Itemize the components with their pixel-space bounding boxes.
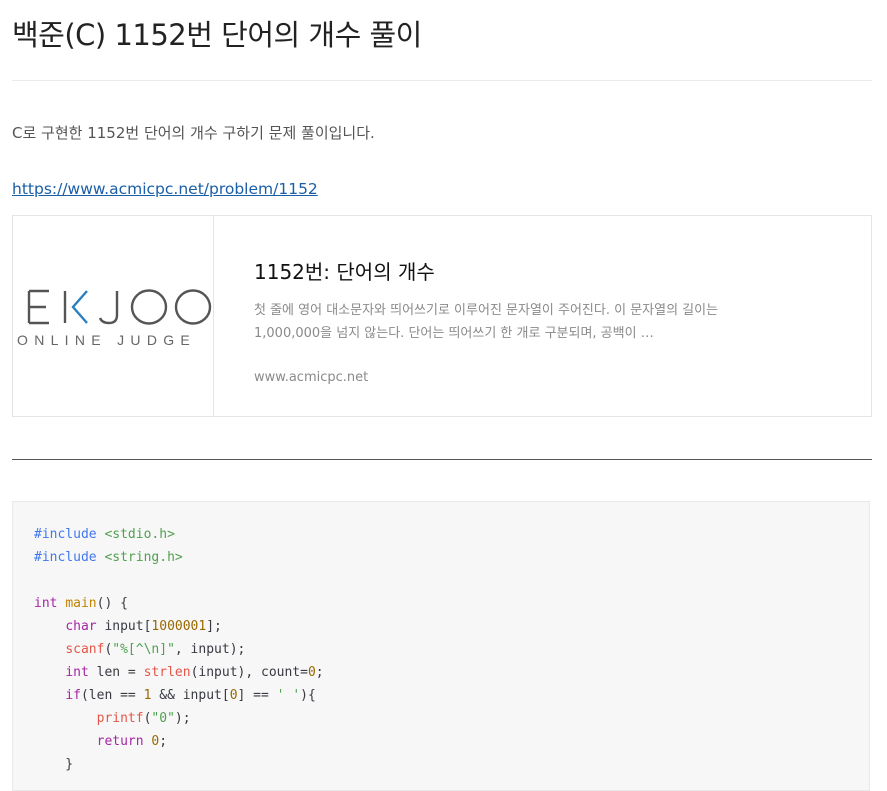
code-token: scanf <box>65 642 105 657</box>
code-token: (len == <box>80 688 144 703</box>
code-line: int len = strlen(input), count=0; <box>34 661 324 684</box>
link-preview-url: www.acmicpc.net <box>254 370 369 385</box>
code-token: , input); <box>174 642 246 657</box>
code-token: ){ <box>300 688 316 703</box>
ekjoo-logo: ONLINE JUDGE <box>17 289 212 348</box>
code-line: printf("0"); <box>34 707 324 730</box>
code-line: char input[1000001]; <box>34 615 324 638</box>
code-line: #include <stdio.h> <box>34 523 324 546</box>
code-line: int main() { <box>34 592 324 615</box>
code-token: main <box>65 596 97 611</box>
code-line: #include <string.h> <box>34 546 324 569</box>
post-title: 백준(C) 1152번 단어의 개수 풀이 <box>12 18 422 52</box>
link-preview-thumbnail: ONLINE JUDGE <box>13 216 214 416</box>
code-token: int <box>34 596 58 611</box>
code-token: ); <box>174 711 191 726</box>
code-token: <string.h> <box>104 550 183 565</box>
code-token: input[ <box>96 619 152 634</box>
code-line: if(len == 1 && input[0] == ' '){ <box>34 684 324 707</box>
code-token: ' ' <box>276 688 301 703</box>
code-token: len = <box>88 665 144 680</box>
code-token: 1000001 <box>151 619 207 634</box>
code-line: return 0; <box>34 730 324 753</box>
code-token: ; <box>159 734 168 749</box>
code-token: ; <box>315 665 324 680</box>
code-token: if <box>65 688 81 703</box>
post-intro: C로 구현한 1152번 단어의 개수 구하기 문제 풀이입니다. <box>12 124 375 142</box>
horizontal-rule <box>12 459 872 460</box>
code-token: 0 <box>307 665 316 680</box>
code-token: #include <box>34 527 105 542</box>
problem-link[interactable]: https://www.acmicpc.net/problem/1152 <box>12 180 318 198</box>
code-token: return <box>96 734 144 749</box>
link-preview-description: 첫 줄에 영어 대소문자와 띄어쓰기로 이루어진 문자열이 주어진다. 이 문자… <box>254 303 719 341</box>
code-line: scanf("%[^\n]", input); <box>34 638 324 661</box>
link-preview-title: 1152번: 단어의 개수 <box>254 260 435 284</box>
code-token: printf <box>96 711 144 726</box>
code-lines: #include <stdio.h> #include <string.h> in… <box>34 523 324 776</box>
title-divider <box>12 80 872 81</box>
code-token: char <box>65 619 97 634</box>
code-token: int <box>65 665 89 680</box>
code-token: <stdio.h> <box>104 527 175 542</box>
code-token: && input[ <box>151 688 230 703</box>
code-line: } <box>34 753 324 776</box>
code-token: () { <box>96 596 128 611</box>
code-token: 0 <box>229 688 238 703</box>
code-block: #include <stdio.h> #include <string.h> in… <box>12 501 870 791</box>
code-token: strlen <box>143 665 191 680</box>
svg-text:ONLINE JUDGE: ONLINE JUDGE <box>17 332 196 348</box>
link-preview-card[interactable]: ONLINE JUDGE 1152번: 단어의 개수 첫 줄에 영어 대소문자와… <box>12 215 872 417</box>
code-token: "%[^\n]" <box>112 642 175 657</box>
code-token: } <box>34 757 74 772</box>
code-token: "0" <box>151 711 175 726</box>
code-token: ] == <box>237 688 277 703</box>
code-token: (input), count= <box>190 665 308 680</box>
code-token: ]; <box>206 619 222 634</box>
code-token: #include <box>34 550 105 565</box>
